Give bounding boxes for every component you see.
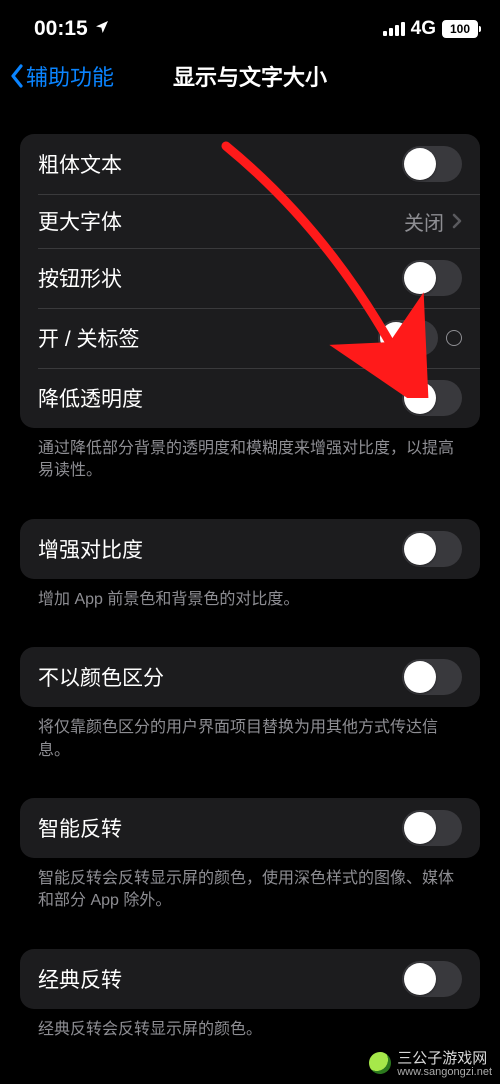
toggle-bold-text[interactable]	[402, 146, 462, 182]
toggle-on-off-labels[interactable]	[378, 320, 438, 356]
on-off-indicator-icon	[446, 330, 462, 346]
cellular-signal-icon	[383, 22, 405, 36]
network-type: 4G	[411, 18, 436, 40]
row-reduce-transparency[interactable]: 降低透明度	[20, 368, 480, 428]
battery-percent: 100	[450, 22, 470, 36]
row-classic-invert[interactable]: 经典反转	[20, 949, 480, 1009]
status-left: 00:15	[34, 17, 110, 41]
settings-scroll[interactable]: 粗体文本 更大字体 关闭 按钮形状 开 / 关标签 降低透明度 通过降低部分背景…	[0, 110, 500, 1054]
group-footer: 将仅靠颜色区分的用户界面项目替换为用其他方式传达信息。	[20, 707, 480, 762]
watermark: 三公子游戏网 www.sangongzi.net	[369, 1047, 492, 1078]
chevron-left-icon	[10, 64, 24, 88]
battery-icon: 100	[442, 20, 478, 38]
settings-group-text: 粗体文本 更大字体 关闭 按钮形状 开 / 关标签 降低透明度	[20, 134, 480, 428]
group-footer: 通过降低部分背景的透明度和模糊度来增强对比度，以提高易读性。	[20, 428, 480, 483]
row-label: 粗体文本	[38, 149, 122, 179]
settings-group-color-diff: 不以颜色区分	[20, 647, 480, 707]
watermark-logo-icon	[369, 1052, 391, 1074]
nav-header: 辅助功能 显示与文字大小	[0, 50, 500, 110]
row-label: 智能反转	[38, 813, 122, 843]
settings-group-smart-invert: 智能反转	[20, 798, 480, 858]
row-differentiate-without-color[interactable]: 不以颜色区分	[20, 647, 480, 707]
status-right: 4G 100	[383, 18, 478, 40]
row-bold-text[interactable]: 粗体文本	[20, 134, 480, 194]
row-label: 按钮形状	[38, 263, 122, 293]
back-label: 辅助功能	[26, 60, 114, 92]
location-icon	[94, 19, 110, 40]
row-label: 更大字体	[38, 206, 122, 236]
row-smart-invert[interactable]: 智能反转	[20, 798, 480, 858]
toggle-smart-invert[interactable]	[402, 810, 462, 846]
group-footer: 智能反转会反转显示屏的颜色，使用深色样式的图像、媒体和部分 App 除外。	[20, 858, 480, 913]
watermark-name: 三公子游戏网	[397, 1050, 487, 1067]
row-label: 开 / 关标签	[38, 323, 140, 353]
row-button-shapes[interactable]: 按钮形状	[20, 248, 480, 308]
chevron-right-icon	[452, 213, 462, 229]
row-label: 经典反转	[38, 964, 122, 994]
row-value: 关闭	[404, 207, 444, 236]
row-increase-contrast[interactable]: 增强对比度	[20, 519, 480, 579]
settings-group-contrast: 增强对比度	[20, 519, 480, 579]
toggle-reduce-transparency[interactable]	[402, 380, 462, 416]
row-on-off-labels[interactable]: 开 / 关标签	[20, 308, 480, 368]
toggle-button-shapes[interactable]	[402, 260, 462, 296]
settings-group-classic-invert: 经典反转	[20, 949, 480, 1009]
toggle-differentiate-without-color[interactable]	[402, 659, 462, 695]
watermark-url: www.sangongzi.net	[397, 1066, 492, 1078]
row-larger-text[interactable]: 更大字体 关闭	[20, 194, 480, 248]
toggle-increase-contrast[interactable]	[402, 531, 462, 567]
group-footer: 增加 App 前景色和背景色的对比度。	[20, 579, 480, 611]
group-footer: 经典反转会反转显示屏的颜色。	[20, 1009, 480, 1041]
back-button[interactable]: 辅助功能	[10, 60, 114, 92]
status-bar: 00:15 4G 100	[0, 0, 500, 50]
status-time: 00:15	[34, 17, 88, 41]
toggle-classic-invert[interactable]	[402, 961, 462, 997]
row-label: 增强对比度	[38, 534, 143, 564]
row-label: 不以颜色区分	[38, 662, 164, 692]
row-label: 降低透明度	[38, 383, 143, 413]
